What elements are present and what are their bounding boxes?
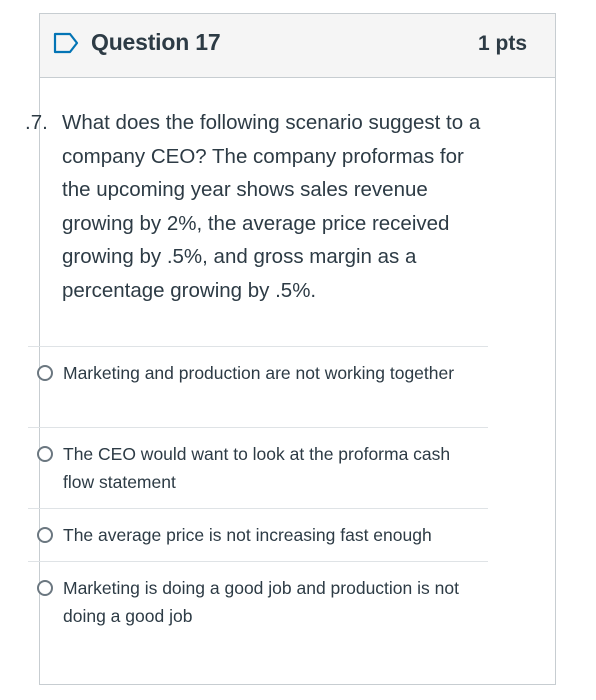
answer-option[interactable]: The average price is not increasing fast… xyxy=(28,508,488,561)
radio-button[interactable] xyxy=(37,527,53,543)
answer-label[interactable]: The average price is not increasing fast… xyxy=(63,521,478,549)
question-body: What does the following scenario suggest… xyxy=(62,111,481,302)
answer-option[interactable]: Marketing is doing a good job and produc… xyxy=(28,561,488,642)
radio-button[interactable] xyxy=(37,365,53,381)
question-text: .7. What does the following scenario sugg… xyxy=(25,106,495,308)
answer-option[interactable]: Marketing and production are not working… xyxy=(28,346,488,427)
question-number: .7. xyxy=(25,111,48,134)
radio-button[interactable] xyxy=(37,580,53,596)
answer-option[interactable]: The CEO would want to look at the profor… xyxy=(28,427,488,508)
answer-label[interactable]: The CEO would want to look at the profor… xyxy=(63,440,478,496)
answer-list: Marketing and production are not working… xyxy=(28,346,488,642)
question-points: 1 pts xyxy=(477,32,527,55)
flag-question-icon[interactable] xyxy=(53,32,79,54)
radio-button[interactable] xyxy=(37,446,53,462)
answer-label[interactable]: Marketing is doing a good job and produc… xyxy=(63,574,478,630)
answer-label[interactable]: Marketing and production are not working… xyxy=(63,359,478,387)
question-title: Question 17 xyxy=(91,29,221,55)
question-header: Question 17 1 pts xyxy=(40,14,555,78)
